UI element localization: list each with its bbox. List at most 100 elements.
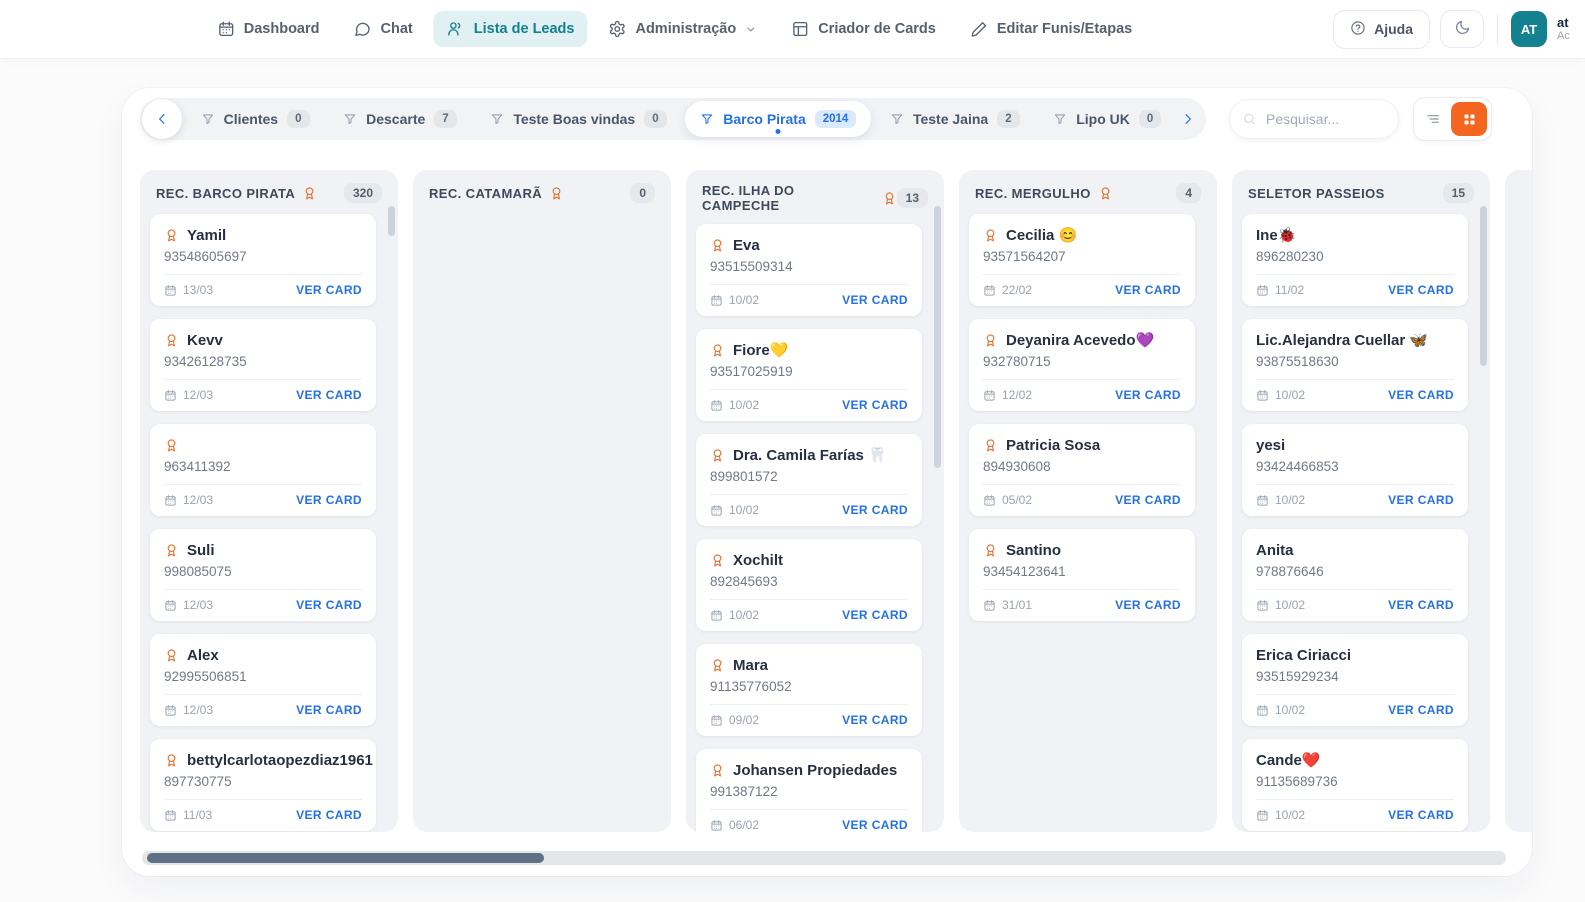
medal-icon <box>1101 186 1110 199</box>
lead-card[interactable]: Alex 92995506851 12/03 VER CARD <box>150 634 376 726</box>
ver-card-link[interactable]: VER CARD <box>842 818 908 832</box>
lead-card[interactable]: Santino 93454123641 31/01 VER CARD <box>969 529 1195 621</box>
ver-card-link[interactable]: VER CARD <box>842 503 908 517</box>
lead-date: 10/02 <box>1256 703 1305 717</box>
ver-card-link[interactable]: VER CARD <box>1388 703 1454 717</box>
ver-card-link[interactable]: VER CARD <box>842 608 908 622</box>
lead-card[interactable]: Kevv 93426128735 12/03 VER CARD <box>150 319 376 411</box>
tab-count-badge: 0 <box>1138 110 1162 128</box>
tab-lipo-uk[interactable]: Lipo UK 0 <box>1038 101 1176 137</box>
card-footer: 10/02 VER CARD <box>1256 694 1454 717</box>
lead-card[interactable]: Xochilt 892845693 10/02 VER CARD <box>696 539 922 631</box>
lead-card[interactable]: 963411392 12/03 VER CARD <box>150 424 376 516</box>
lead-name-row <box>164 435 362 455</box>
lead-card[interactable]: Lic.Alejandra Cuellar 🦋 93875518630 10/02 V… <box>1242 319 1468 411</box>
nav-item-editar-funis-etapas[interactable]: Editar Funis/Etapas <box>957 11 1145 47</box>
lead-name-row: Cecilia 😊 <box>983 225 1181 245</box>
lead-card[interactable]: Patricia Sosa 894930608 05/02 VER CARD <box>969 424 1195 516</box>
card-footer: 10/02 VER CARD <box>1256 379 1454 402</box>
lead-card[interactable]: Ine🐞 896280230 11/02 VER CARD <box>1242 214 1468 306</box>
lead-card[interactable]: Yamil 93548605697 13/03 VER CARD <box>150 214 376 306</box>
calendar-icon <box>1257 704 1268 716</box>
lead-card[interactable]: Anita 978876646 10/02 VER CARD <box>1242 529 1468 621</box>
kanban-column: REC. CATAMARÃ 0 <box>413 170 671 832</box>
lead-name: Dra. Camila Farías 🦷 <box>733 447 887 464</box>
lead-card[interactable]: Cecilia 😊 93571564207 22/02 VER CARD <box>969 214 1195 306</box>
lead-card[interactable]: bettylcarlotaopezdiaz1961 897730775 11/03 V… <box>150 739 376 831</box>
lead-date: 10/02 <box>1256 808 1305 822</box>
nav-item-administracao[interactable]: Administração <box>595 11 770 47</box>
lead-phone: 93424466853 <box>1256 459 1339 474</box>
column-scrollbar-thumb[interactable] <box>934 206 941 468</box>
ver-card-link[interactable]: VER CARD <box>842 293 908 307</box>
lead-card[interactable]: Johansen Propiedades 991387122 06/02 VER CA… <box>696 749 922 832</box>
nav-item-dashboard[interactable]: Dashboard <box>204 11 333 47</box>
lead-date: 10/02 <box>1256 598 1305 612</box>
dark-mode-toggle[interactable] <box>1440 10 1484 48</box>
lead-card[interactable]: Cande❤️ 91135689736 10/02 VER CARD <box>1242 739 1468 831</box>
ver-card-link[interactable]: VER CARD <box>1388 283 1454 297</box>
tab-barco-pirata[interactable]: Barco Pirata 2014 <box>685 101 872 137</box>
nav-item-criador-de-cards[interactable]: Criador de Cards <box>778 11 949 47</box>
lead-card[interactable]: Dra. Camila Farías 🦷 899801572 10/02 VER CA… <box>696 434 922 526</box>
ver-card-link[interactable]: VER CARD <box>1115 388 1181 402</box>
lead-phone: 978876646 <box>1256 564 1324 579</box>
lead-card[interactable]: Deyanira Acevedo💜 932780715 12/02 VER CARD <box>969 319 1195 411</box>
column-count-badge: 0 <box>630 183 655 203</box>
tab-descarte[interactable]: Descarte 7 <box>328 101 472 137</box>
tab-teste-boas-vindas[interactable]: Teste Boas vindas 0 <box>475 101 681 137</box>
ver-card-link[interactable]: VER CARD <box>1388 808 1454 822</box>
nav-item-lista-de-leads[interactable]: Lista de Leads <box>433 11 588 47</box>
lead-card[interactable]: Erica Ciriacci 93515929234 10/02 VER CARD <box>1242 634 1468 726</box>
ver-card-link[interactable]: VER CARD <box>296 598 362 612</box>
lead-card[interactable]: Eva 93515509314 10/02 VER CARD <box>696 224 922 316</box>
ver-card-link[interactable]: VER CARD <box>296 283 362 297</box>
calendar-icon <box>1257 284 1268 296</box>
ver-card-link[interactable]: VER CARD <box>1115 598 1181 612</box>
ver-card-link[interactable]: VER CARD <box>296 703 362 717</box>
lead-name: Deyanira Acevedo💜 <box>1006 332 1155 349</box>
ver-card-link[interactable]: VER CARD <box>1115 283 1181 297</box>
avatar[interactable]: AT <box>1511 11 1547 47</box>
lead-card[interactable]: Mara 91135776052 09/02 VER CARD <box>696 644 922 736</box>
lead-card[interactable]: Fiore💛 93517025919 10/02 VER CARD <box>696 329 922 421</box>
lead-name-row: Dra. Camila Farías 🦷 <box>710 445 908 465</box>
main-nav: Dashboard Chat Lista de Leads Administração… <box>204 0 1145 58</box>
ver-card-link[interactable]: VER CARD <box>1388 493 1454 507</box>
ver-card-link[interactable]: VER CARD <box>1388 598 1454 612</box>
lead-date: 22/02 <box>983 283 1032 297</box>
tab-clientes[interactable]: Clientes 0 <box>186 101 325 137</box>
nav-item-label: Criador de Cards <box>818 21 936 37</box>
ver-card-link[interactable]: VER CARD <box>296 808 362 822</box>
nav-item-label: Administração <box>635 21 737 37</box>
column-title: REC. CATAMARÃ <box>429 186 564 201</box>
tab-count-badge: 2014 <box>814 110 857 128</box>
ver-card-link[interactable]: VER CARD <box>842 713 908 727</box>
nav-item-chat[interactable]: Chat <box>341 11 426 47</box>
lead-date: 09/02 <box>710 713 759 727</box>
calendar-icon <box>984 389 995 401</box>
column-scrollbar-thumb[interactable] <box>1480 206 1487 366</box>
funnel-icon <box>702 114 713 125</box>
lead-card[interactable]: yesi 93424466853 10/02 VER CARD <box>1242 424 1468 516</box>
grid-view-button[interactable] <box>1451 102 1487 136</box>
lead-card[interactable]: Suli 998085075 12/03 VER CARD <box>150 529 376 621</box>
ver-card-link[interactable]: VER CARD <box>296 388 362 402</box>
ver-card-link[interactable]: VER CARD <box>842 398 908 412</box>
horizontal-scrollbar-thumb[interactable] <box>147 853 544 863</box>
horizontal-scrollbar[interactable] <box>142 851 1506 865</box>
ver-card-link[interactable]: VER CARD <box>1388 388 1454 402</box>
tab-teste-jaina[interactable]: Teste Jaina 2 <box>875 101 1035 137</box>
ver-card-link[interactable]: VER CARD <box>1115 493 1181 507</box>
list-view-button[interactable] <box>1418 102 1448 136</box>
tabs-scroll-left-button[interactable] <box>142 99 182 139</box>
lead-name: Suli <box>187 541 215 559</box>
tabs-scroll-right-button[interactable] <box>1180 111 1196 127</box>
column-scrollbar-thumb[interactable] <box>388 206 395 236</box>
card-footer: 10/02 VER CARD <box>710 389 908 412</box>
help-button[interactable]: Ajuda <box>1333 9 1430 49</box>
tab-count-badge: 7 <box>434 110 457 128</box>
card-list: Yamil 93548605697 13/03 VER CARD Kevv 9342612… <box>150 214 388 832</box>
ver-card-link[interactable]: VER CARD <box>296 493 362 507</box>
lead-phone: 93515929234 <box>1256 669 1339 684</box>
